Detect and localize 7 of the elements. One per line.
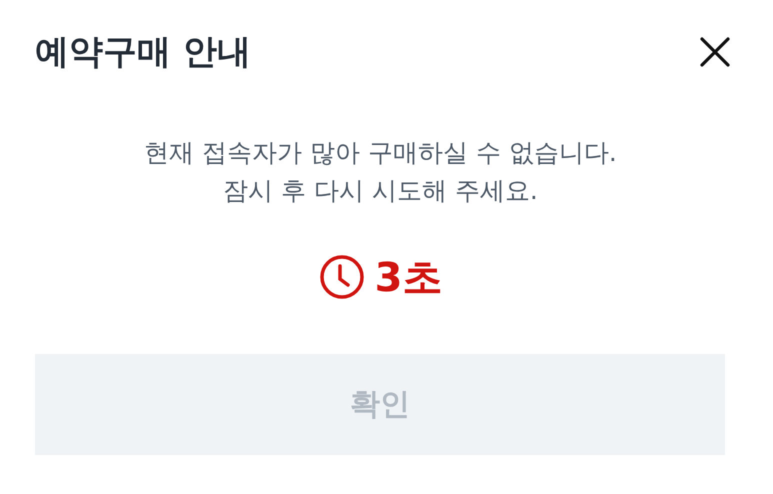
message-text: 잠시 후 다시 시도해 주세요. — [222, 175, 539, 207]
close-button[interactable] — [699, 36, 731, 68]
message-text: 현재 접속자가 많아 구매하실 수 없습니다. — [143, 137, 618, 169]
dialog-title: 예약구매 안내 — [35, 31, 251, 74]
clock-icon — [318, 254, 365, 300]
close-icon — [699, 36, 731, 68]
countdown-text: 3초 — [374, 254, 442, 302]
